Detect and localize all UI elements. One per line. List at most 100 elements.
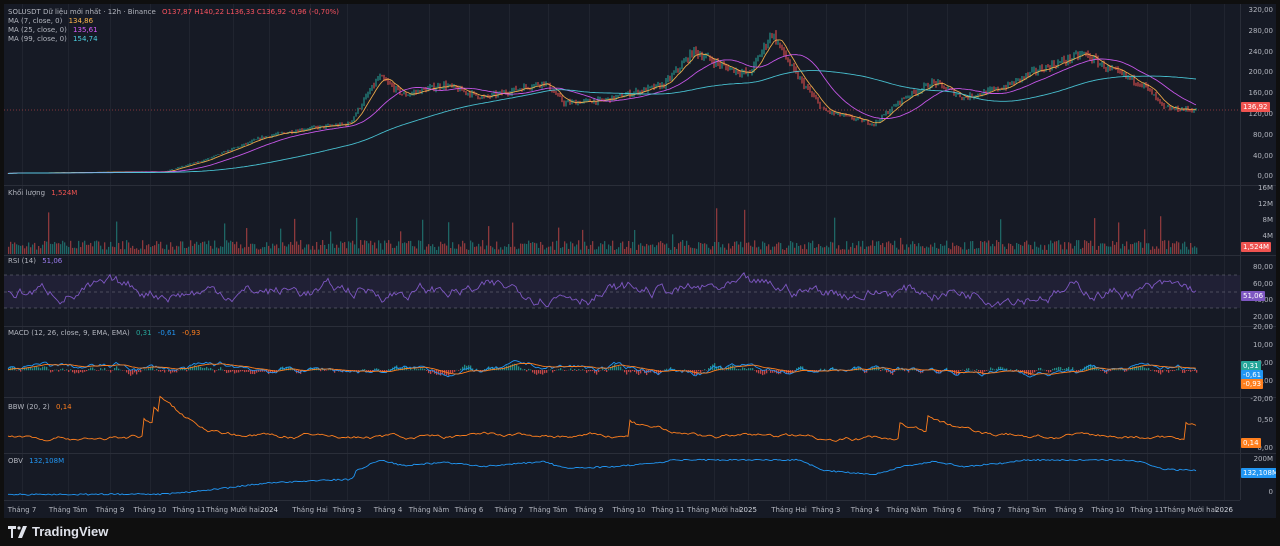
symbol-legend[interactable]: SOLUSDT Dữ liệu mới nhất · 12h · Binance… (8, 8, 339, 17)
volume-bar (806, 249, 808, 254)
volume-bar (824, 247, 826, 254)
macd-histogram-bar (882, 369, 884, 371)
macd-histogram-bar (1096, 368, 1098, 371)
macd-histogram-bar (98, 370, 100, 371)
chart-area[interactable]: SOLUSDT Dữ liệu mới nhất · 12h · Binance… (4, 4, 1276, 518)
macd-tick: -20,00 (1250, 395, 1273, 403)
macd-histogram-bar (140, 370, 142, 373)
volume-bar (920, 246, 922, 254)
volume-bar (696, 248, 698, 254)
macd-histogram-bar (1162, 370, 1164, 373)
macd-histogram-bar (210, 367, 212, 371)
volume-bar (76, 248, 78, 254)
macd-histogram-bar (68, 370, 70, 373)
volume-bar (794, 247, 796, 254)
macd-histogram-bar (966, 368, 968, 371)
volume-bar (554, 249, 556, 254)
price-axis[interactable]: 320,00 280,00 240,00 200,00 160,00 120,00 80,0… (1240, 4, 1276, 500)
volume-bar (92, 246, 94, 254)
volume-bar (712, 246, 714, 254)
bbw-tick: 0,50 (1257, 416, 1273, 424)
macd-histogram-bar (1058, 366, 1060, 371)
volume-bar (846, 241, 848, 254)
volume-bar (464, 243, 466, 254)
volume-bar (176, 245, 178, 254)
volume-bar (688, 245, 690, 254)
volume-bar (742, 247, 744, 254)
volume-bar (486, 245, 488, 254)
macd-histogram-bar (530, 369, 532, 371)
volume-bar (636, 249, 638, 254)
ma7-legend[interactable]: MA (7, close, 0) 134,86 (8, 17, 93, 26)
volume-bar (10, 241, 12, 254)
rsi-legend[interactable]: RSI (14) 51,06 (8, 257, 62, 266)
volume-bar (1060, 244, 1062, 254)
macd-histogram-bar (534, 370, 536, 374)
volume-bar (272, 243, 274, 254)
bbw-legend[interactable]: BBW (20, 2) 0,14 (8, 403, 72, 412)
volume-bar (172, 246, 174, 254)
volume-bar (892, 245, 894, 254)
tradingview-logo[interactable]: TradingView (8, 524, 108, 539)
macd-histogram-bar (582, 369, 584, 371)
macd-histogram-bar (1012, 370, 1014, 371)
volume-bar (120, 249, 122, 254)
time-axis-label: Tháng 7 (494, 506, 524, 514)
bbw-line (7, 395, 1197, 442)
volume-bar (740, 241, 742, 254)
volume-bar (256, 248, 258, 254)
volume-bar (496, 241, 498, 254)
volume-bar (924, 248, 926, 254)
macd-histogram-bar (1040, 367, 1042, 371)
volume-bar (100, 245, 102, 254)
volume-bar (884, 247, 886, 254)
volume-bar (140, 248, 142, 254)
volume-bar (166, 244, 168, 254)
volume-bar (624, 248, 626, 254)
ma99-legend[interactable]: MA (99, close, 0) 154,74 (8, 35, 98, 44)
macd-histogram-bar (102, 369, 104, 371)
volume-bar (144, 249, 146, 254)
macd-legend[interactable]: MACD (12, 26, close, 9, EMA, EMA) 0,31 -… (8, 329, 200, 338)
time-axis[interactable]: Tháng 7 Tháng Tám Tháng 9 Tháng 10 Tháng 11 T… (4, 500, 1240, 518)
volume-bar (916, 246, 918, 254)
volume-bar (1130, 244, 1132, 254)
ohlc-values: O137,87 H140,22 L136,33 C136,92 -0,96 (-… (162, 8, 340, 16)
obv-legend[interactable]: OBV 132,108M (8, 457, 64, 466)
volume-bar (812, 240, 814, 254)
obv-tick: 200M (1253, 455, 1273, 463)
volume-bar (218, 248, 220, 254)
macd-value-3: -0,93 (182, 329, 201, 337)
volume-bar (168, 249, 170, 254)
macd-histogram-bar (526, 370, 528, 372)
volume-bar (462, 240, 464, 254)
time-axis-label: Tháng Năm (408, 506, 450, 514)
volume-bar (306, 244, 308, 254)
volume-bar (56, 243, 58, 254)
macd-histogram-bar (326, 370, 328, 371)
macd-histogram-bar (132, 370, 134, 375)
ma25-legend[interactable]: MA (25, close, 0) 135,61 (8, 26, 98, 35)
volume-bar (110, 241, 112, 254)
macd-histogram-bar (1038, 367, 1040, 371)
volume-bar (630, 248, 632, 254)
macd-histogram-bar (750, 368, 752, 371)
volume-bar (700, 242, 702, 254)
volume-bar (334, 247, 336, 254)
volume-bar (382, 249, 384, 254)
volume-bar (1186, 246, 1188, 254)
volume-bar (446, 245, 448, 254)
macd-histogram-bar (794, 370, 796, 371)
volume-bar (406, 243, 408, 254)
volume-bar (876, 241, 878, 254)
macd-histogram-bar (1192, 370, 1194, 371)
volume-bar (78, 240, 80, 254)
macd-histogram-bar (20, 370, 22, 372)
volume-bar (102, 249, 104, 254)
volume-bar (1124, 246, 1126, 254)
macd-histogram-bar (250, 370, 252, 374)
volume-bar (458, 244, 460, 254)
volume-bar (1040, 244, 1042, 254)
volume-legend[interactable]: Khối lượng 1,524M (8, 189, 77, 198)
volume-bar (82, 242, 84, 254)
